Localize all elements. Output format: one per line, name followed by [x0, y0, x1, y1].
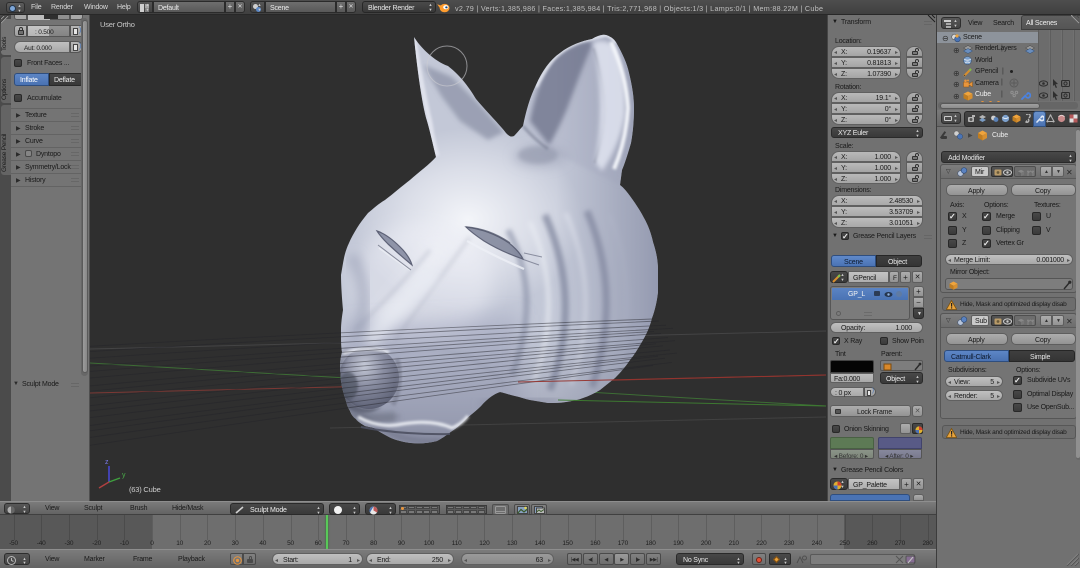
svg-text:z: z: [105, 459, 109, 466]
svg-text:y: y: [122, 472, 126, 479]
